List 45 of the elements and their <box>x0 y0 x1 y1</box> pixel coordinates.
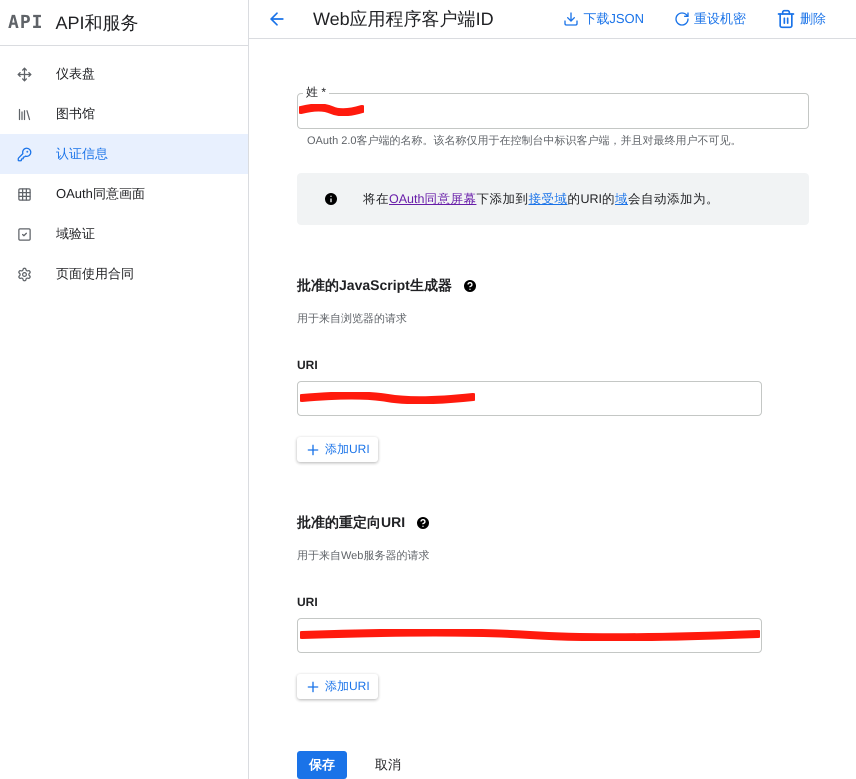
grid-icon <box>17 186 32 202</box>
download-icon <box>563 11 580 27</box>
section-subtitle: 用于来自浏览器的请求 <box>297 312 408 326</box>
page-title: Web应用程序客户端ID <box>313 8 494 31</box>
plus-icon <box>305 678 321 694</box>
sidebar-item[interactable]: 仪表盘 <box>0 54 248 94</box>
reset-button[interactable]: 重设机密 <box>674 10 746 28</box>
notice-text: 将在OAuth同意屏幕下添加到接受域的URI的域会自动添加为。 <box>363 190 719 208</box>
sidebar-item[interactable]: OAuth同意画面 <box>0 174 248 214</box>
trash-icon <box>776 9 796 29</box>
uri-label: URI <box>297 358 319 372</box>
gear-icon <box>17 266 32 282</box>
sidebar-item[interactable]: 认证信息 <box>0 134 248 174</box>
help-icon <box>415 515 432 531</box>
field-label: 姓 * <box>303 84 330 100</box>
notice-link[interactable]: 接受域 <box>528 192 568 206</box>
library-icon <box>17 106 32 122</box>
key-icon <box>17 146 32 162</box>
name-field[interactable]: 姓 * <box>297 84 809 129</box>
cancel-button[interactable]: 取消 <box>369 755 407 775</box>
uri-field[interactable] <box>297 618 762 653</box>
uri-label: URI <box>297 595 319 609</box>
delete-button[interactable]: 删除 <box>776 9 826 29</box>
notice-link[interactable]: OAuth同意屏幕 <box>389 192 476 206</box>
section-subtitle: 用于来自Web服务器的请求 <box>297 549 430 563</box>
sidebar-item[interactable]: 图书馆 <box>0 94 248 134</box>
section-title: 批准的重定向URI <box>297 514 406 532</box>
uri-field[interactable] <box>297 381 762 416</box>
save-button[interactable]: 保存 <box>297 751 347 779</box>
info-icon <box>323 191 339 207</box>
section-title: 批准的JavaScript生成器 <box>297 277 452 295</box>
sidebar-title: API和服务 <box>56 12 139 34</box>
notice-link[interactable]: 域 <box>614 192 628 206</box>
sidebar-item[interactable]: 域验证 <box>0 214 248 254</box>
sidebar-item[interactable]: 页面使用合同 <box>0 254 248 294</box>
help-icon <box>462 278 478 294</box>
api-logo: API <box>8 12 44 33</box>
add-uri-button[interactable]: 添加URI <box>297 437 378 462</box>
download-button[interactable]: 下载JSON <box>563 10 644 28</box>
plus-icon <box>305 442 321 458</box>
move-icon <box>17 66 32 82</box>
checkbox-icon <box>17 226 32 242</box>
refresh-icon <box>674 11 690 27</box>
field-hint: OAuth 2.0客户端的名称。该名称仅用于在控制台中标识客户端，并且对最终用户不可见。 <box>307 134 743 148</box>
add-uri-button[interactable]: 添加URI <box>297 674 378 699</box>
